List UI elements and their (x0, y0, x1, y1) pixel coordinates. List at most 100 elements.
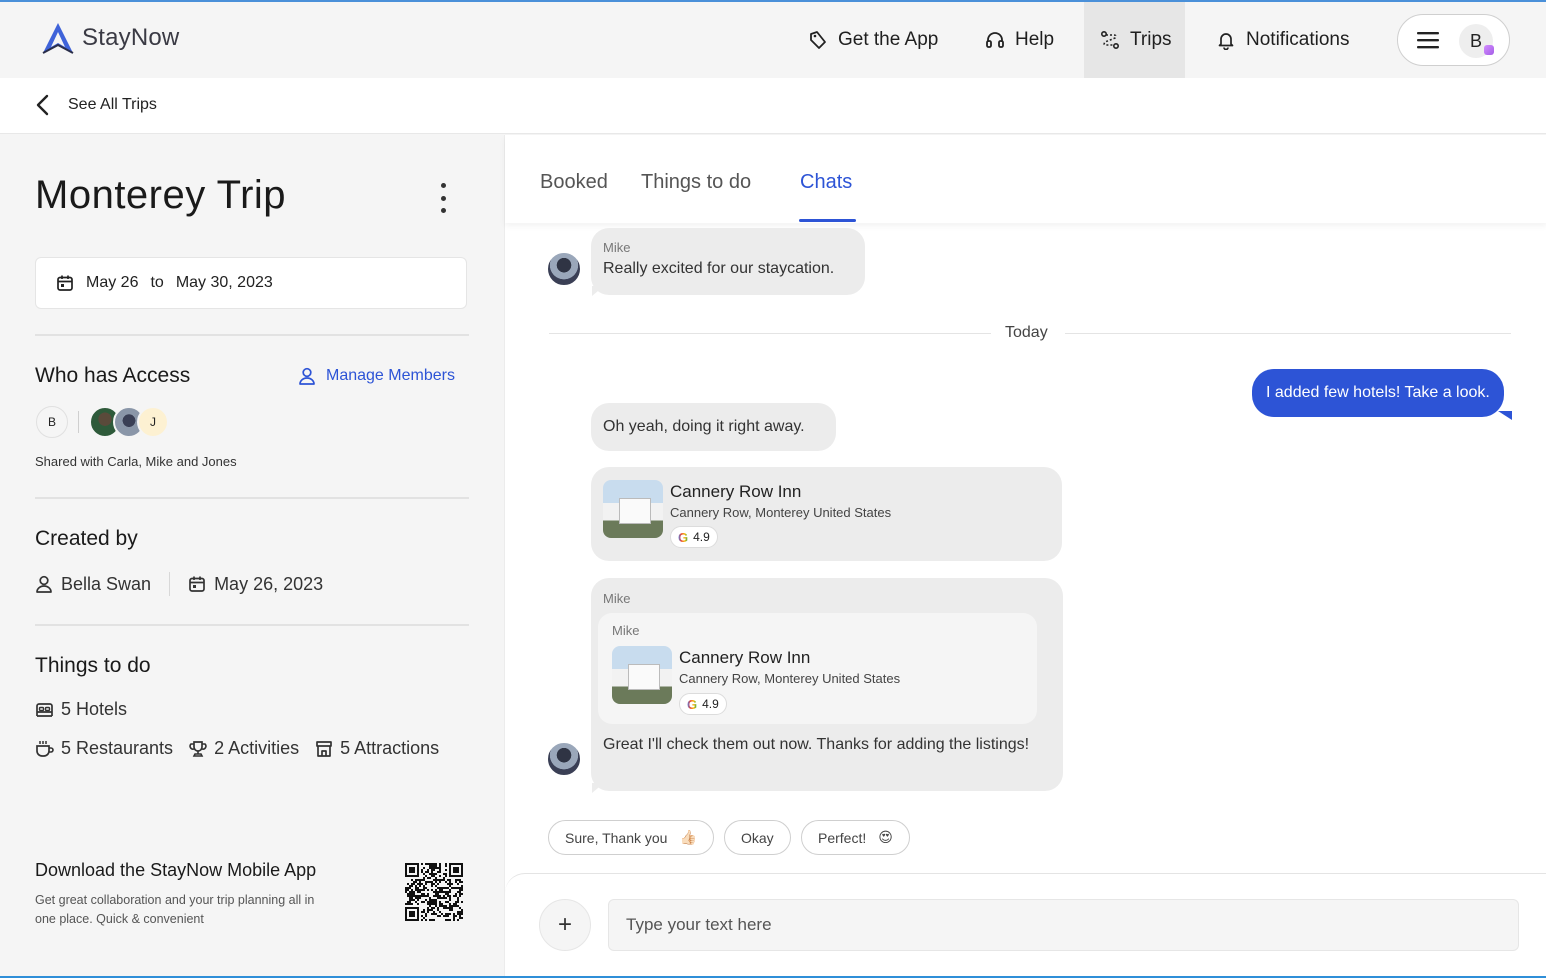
hotel-title: Cannery Row Inn (670, 482, 802, 501)
owner-avatar[interactable]: B (36, 406, 68, 438)
nav-trips[interactable]: Trips (1084, 2, 1185, 78)
quoted-message[interactable]: Mike Cannery Row Inn Cannery Row, Monter… (598, 613, 1037, 724)
tab-booked[interactable]: Booked (540, 171, 608, 194)
manage-members-label: Manage Members (326, 367, 455, 384)
hotel-title: Cannery Row Inn (679, 648, 811, 667)
trip-date-range[interactable]: May 26 to May 30, 2023 (35, 257, 467, 309)
message-text: Really excited for our staycation. (603, 260, 835, 277)
hotel-thumbnail (612, 646, 672, 704)
back-bar: See All Trips (0, 78, 1546, 134)
chevron-left-icon (36, 94, 49, 116)
rating-value: 4.9 (693, 530, 710, 544)
attractions-count[interactable]: 5 Attractions (315, 738, 439, 759)
manage-members-button[interactable]: Manage Members (298, 367, 455, 385)
things-to-do-heading: Things to do (35, 654, 151, 677)
hotel-address: Cannery Row, Monterey United States (670, 505, 892, 520)
coffee-cup-icon (36, 740, 54, 757)
calendar-icon (189, 576, 205, 592)
date-from: May 26 (86, 274, 139, 291)
date-divider-line (1065, 333, 1511, 334)
date-divider-line (549, 333, 991, 334)
download-app-title: Download the StayNow Mobile App (35, 860, 317, 880)
tab-things-to-do[interactable]: Things to do (641, 171, 751, 194)
nav-help[interactable]: Help (985, 2, 1054, 78)
my-chat-message[interactable]: I added few hotels! Take a look. (1252, 369, 1504, 417)
trip-content: Booked Things to do Chats Mike Really ex… (504, 135, 1546, 976)
staynow-logo-icon (42, 23, 74, 54)
top-navbar: StayNow Get the App Help Trips Notificat… (0, 2, 1546, 78)
activities-count[interactable]: 2 Activities (189, 738, 299, 759)
bed-icon (36, 702, 53, 717)
hotels-count[interactable]: 5 Hotels (35, 699, 127, 720)
chat-message-with-quote[interactable]: Mike Mike Cannery Row Inn Cannery Row, M… (591, 578, 1063, 791)
created-by-heading: Created by (35, 527, 138, 550)
nav-notifications[interactable]: Notifications (1216, 2, 1350, 78)
qr-code-icon[interactable] (405, 863, 463, 921)
message-text: Great I'll check them out now. Thanks fo… (603, 736, 1030, 753)
message-input[interactable] (608, 899, 1519, 951)
thumbs-up-icon: 👍🏻 (679, 829, 697, 845)
chat-message[interactable]: Mike Really excited for our staycation. (591, 228, 865, 295)
shared-with-text: Shared with Carla, Mike and Jones (35, 454, 237, 469)
storefront-icon (316, 740, 332, 757)
divider (35, 624, 469, 626)
add-attachment-button[interactable]: + (539, 899, 591, 951)
date-to-word: to (150, 274, 164, 291)
trip-sidebar: Monterey Trip May 26 to May 30, 2023 Who… (0, 135, 504, 976)
member-avatars: B J (36, 406, 169, 438)
calendar-icon (57, 275, 73, 291)
activities-count-text: 2 Activities (214, 738, 300, 758)
things-row-1: 5 Hotels (35, 699, 127, 720)
created-date: May 26, 2023 (188, 574, 323, 595)
divider (35, 334, 469, 336)
tag-icon (810, 31, 826, 49)
user-badge (1484, 45, 1494, 55)
nav-trips-label: Trips (1130, 29, 1172, 50)
member-avatar-jones[interactable]: J (137, 406, 169, 438)
hotel-thumbnail (603, 480, 663, 538)
tab-chats[interactable]: Chats (800, 171, 852, 194)
nav-get-app[interactable]: Get the App (808, 2, 938, 78)
message-text: Oh yeah, doing it right away. (603, 418, 805, 435)
quoted-sender: Mike (612, 623, 640, 638)
google-icon: G (678, 529, 689, 545)
message-composer: + (505, 873, 1546, 976)
quick-reply-okay[interactable]: Okay (724, 820, 791, 855)
message-sender: Mike (603, 240, 631, 255)
see-all-trips-label: See All Trips (68, 96, 157, 113)
quick-reply-label: Sure, Thank you (565, 829, 668, 846)
creator-name-text: Bella Swan (61, 573, 152, 594)
restaurants-count[interactable]: 5 Restaurants (35, 738, 173, 759)
hotels-count-text: 5 Hotels (61, 699, 128, 719)
date-to: May 30, 2023 (175, 274, 273, 291)
google-rating-badge: G 4.9 (670, 526, 718, 548)
chat-message[interactable]: Oh yeah, doing it right away. (591, 403, 836, 451)
quick-reply-sure-thank-you[interactable]: Sure, Thank you 👍🏻 (548, 820, 714, 855)
quick-reply-label: Okay (741, 829, 774, 846)
logo[interactable]: StayNow (40, 20, 179, 56)
nav-notifications-label: Notifications (1246, 29, 1350, 50)
hotel-card-message[interactable]: Cannery Row Inn Cannery Row, Monterey Un… (591, 467, 1062, 561)
quick-reply-perfect[interactable]: Perfect! 😍 (801, 820, 910, 855)
trip-title: Monterey Trip (35, 173, 287, 217)
kebab-dot (440, 208, 446, 213)
hotel-address: Cannery Row, Monterey United States (679, 671, 901, 686)
user-menu-button[interactable]: B (1397, 14, 1510, 66)
kebab-dot (440, 195, 446, 201)
trip-options-button[interactable] (436, 183, 450, 213)
route-icon (1100, 30, 1120, 50)
download-app-text: Get great collaboration and your trip pl… (35, 893, 315, 926)
tab-bar: Booked Things to do Chats (505, 135, 1546, 223)
see-all-trips-link[interactable]: See All Trips (34, 94, 157, 116)
attractions-count-text: 5 Attractions (340, 738, 440, 758)
sender-avatar-mike[interactable] (546, 251, 582, 287)
brand-name: StayNow (82, 24, 180, 51)
bell-icon (1218, 33, 1234, 50)
avatar-separator (78, 411, 79, 433)
quick-reply-label: Perfect! (818, 829, 867, 846)
trophy-icon (189, 740, 207, 757)
date-divider-label: Today (1005, 324, 1048, 341)
google-rating-badge: G 4.9 (679, 693, 727, 715)
sender-avatar-mike[interactable] (546, 741, 582, 777)
plus-icon: + (557, 911, 572, 938)
